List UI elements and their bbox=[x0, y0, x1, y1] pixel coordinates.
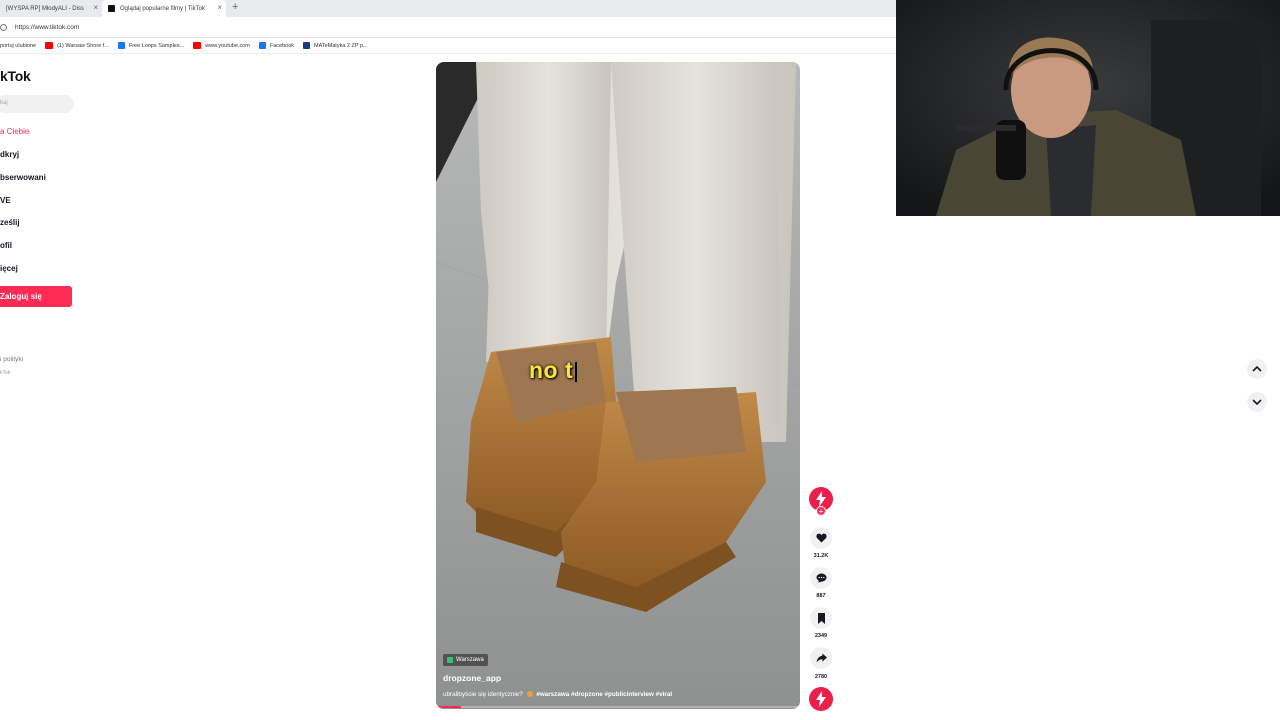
lightning-icon bbox=[816, 691, 826, 707]
close-tab-icon[interactable]: × bbox=[93, 3, 98, 12]
video-progress-fill bbox=[436, 706, 462, 708]
save-button[interactable] bbox=[810, 607, 832, 629]
browser-tab-bar: [WYSPA RP] MłodyALI - Diss × Oglądaj pop… bbox=[0, 0, 896, 17]
video-frame bbox=[436, 62, 800, 709]
nav-following[interactable]: bserwowani bbox=[0, 173, 46, 182]
like-count: 31.2K bbox=[813, 553, 829, 559]
site-info-icon[interactable] bbox=[0, 24, 7, 31]
bookmarks-bar: portuj ulubione (1) Warsaw Shore f... Fr… bbox=[0, 38, 896, 54]
browser-tab-active[interactable]: Oglądaj popularne filmy | TikTok × bbox=[102, 0, 226, 17]
facebook-icon bbox=[117, 42, 125, 49]
share-button[interactable] bbox=[810, 647, 832, 669]
tab-title: [WYSPA RP] MłodyALI - Diss bbox=[6, 5, 84, 12]
address-bar[interactable]: https://www.tiktok.com bbox=[0, 17, 896, 38]
bookmark-label: Facebook bbox=[269, 42, 294, 49]
heart-icon bbox=[815, 533, 827, 543]
bookmark-item[interactable]: Facebook bbox=[258, 42, 294, 49]
bookmark-item[interactable]: portuj ulubione bbox=[0, 43, 36, 49]
webcam-overlay bbox=[896, 0, 1280, 216]
bookmark-item[interactable]: MATeMatyka 2 ZP p... bbox=[303, 42, 368, 49]
emoji-icon bbox=[526, 691, 533, 698]
save-count: 2349 bbox=[814, 633, 828, 639]
video-username[interactable]: dropzone_app bbox=[443, 673, 501, 683]
nav-profile[interactable]: ofil bbox=[0, 241, 12, 250]
tiktok-favicon-icon bbox=[108, 5, 115, 12]
nav-live[interactable]: VE bbox=[0, 196, 11, 205]
video-caption-overlay: no t bbox=[529, 357, 578, 383]
screen: [WYSPA RP] MłodyALI - Diss × Oglądaj pop… bbox=[0, 0, 1280, 720]
login-button[interactable]: Zaloguj się bbox=[0, 286, 72, 307]
like-button[interactable] bbox=[810, 527, 832, 549]
tiktok-sidebar: kTok kaj a Ciebie dkryj bserwowani VE ze… bbox=[0, 54, 200, 454]
search-input[interactable]: kaj bbox=[0, 95, 74, 113]
nav-explore[interactable]: dkryj bbox=[0, 150, 19, 159]
new-tab-button[interactable]: + bbox=[232, 1, 238, 13]
nav-more[interactable]: ięcej bbox=[0, 264, 18, 273]
video-progress-bar[interactable] bbox=[436, 706, 800, 708]
bookmark-label: Free Loops Samples... bbox=[128, 42, 185, 49]
bookmark-label: www.youtube.com bbox=[205, 42, 250, 49]
comment-icon bbox=[816, 573, 826, 583]
comment-count: 887 bbox=[816, 593, 826, 599]
url-text: https://www.tiktok.com bbox=[15, 24, 80, 31]
follow-button[interactable]: + bbox=[816, 506, 826, 516]
share-arrow-icon bbox=[816, 653, 827, 663]
browser-tab[interactable]: [WYSPA RP] MłodyALI - Diss × bbox=[0, 0, 102, 17]
bookmark-icon bbox=[817, 612, 825, 624]
tab-title: Oglądaj popularne filmy | TikTok bbox=[120, 5, 205, 12]
bookmark-label: portuj ulubione bbox=[0, 42, 37, 49]
lightning-icon bbox=[816, 491, 826, 507]
chevron-down-icon bbox=[1252, 399, 1262, 405]
video-player[interactable] bbox=[436, 62, 800, 709]
webcam-frame bbox=[896, 0, 1280, 216]
previous-video-button[interactable] bbox=[1247, 359, 1267, 379]
video-description: ubralibyście się identycznie? #warszawa … bbox=[443, 691, 672, 698]
location-label: Warszawa bbox=[456, 657, 484, 663]
bookmark-item[interactable]: (1) Warsaw Shore f... bbox=[45, 42, 109, 49]
location-pin-icon bbox=[447, 657, 453, 663]
nav-for-you[interactable]: a Ciebie bbox=[0, 127, 29, 136]
bookmark-site-icon bbox=[303, 42, 310, 49]
nav-upload[interactable]: ześlij bbox=[0, 218, 20, 227]
bookmark-item[interactable]: Free Loops Samples... bbox=[117, 42, 185, 49]
bookmark-item[interactable]: www.youtube.com bbox=[193, 42, 250, 49]
bookmark-label: (1) Warsaw Shore f... bbox=[57, 42, 109, 49]
next-video-button[interactable] bbox=[1247, 392, 1267, 412]
tiktok-logo[interactable]: kTok bbox=[0, 68, 31, 84]
music-disc[interactable] bbox=[809, 687, 833, 711]
share-count: 2780 bbox=[814, 674, 828, 680]
footer-copyright: kTok bbox=[0, 370, 11, 376]
bookmark-label: MATeMatyka 2 ZP p... bbox=[314, 42, 368, 49]
comment-button[interactable] bbox=[810, 567, 832, 589]
description-text: ubralibyście się identycznie? bbox=[443, 691, 523, 698]
footer-policy-link[interactable]: i polityki bbox=[0, 356, 23, 363]
chevron-up-icon bbox=[1252, 366, 1262, 372]
youtube-icon bbox=[45, 42, 54, 49]
hashtags[interactable]: #warszawa #dropzone #publicinterview #vi… bbox=[536, 691, 672, 698]
facebook-icon bbox=[258, 42, 266, 49]
youtube-icon bbox=[193, 42, 202, 49]
location-tag[interactable]: Warszawa bbox=[443, 654, 488, 666]
close-tab-icon[interactable]: × bbox=[217, 3, 222, 12]
